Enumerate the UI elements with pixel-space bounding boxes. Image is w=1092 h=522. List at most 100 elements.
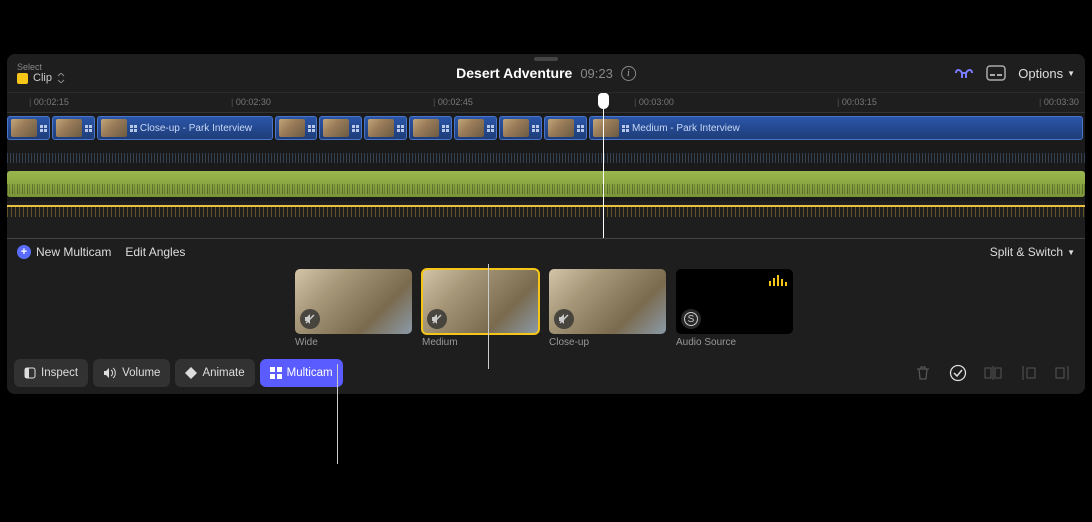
editor-header: Select Clip Desert Adventure 09:23 i Opt… [7, 54, 1085, 93]
edit-angles-button[interactable]: Edit Angles [125, 245, 185, 259]
timeline-clip[interactable]: Cl [499, 116, 542, 140]
clip-thumbnail [593, 119, 619, 137]
trim-start-button[interactable] [1013, 359, 1043, 387]
multicam-angle: Wide [295, 269, 412, 348]
inspect-button[interactable]: Inspect [14, 359, 88, 387]
split-button[interactable] [978, 359, 1008, 387]
trim-right-icon [1054, 365, 1072, 381]
timeline-clip[interactable]: W [409, 116, 452, 140]
chevron-down-icon: ▼ [1067, 69, 1075, 78]
angle-thumbnail[interactable] [549, 269, 666, 334]
new-multicam-button[interactable]: + New Multicam [17, 245, 111, 259]
timeline-clip[interactable]: W [275, 116, 318, 140]
clip-thumbnail [503, 119, 529, 137]
approve-button[interactable] [943, 359, 973, 387]
select-label: Select [17, 62, 65, 72]
clip-color-swatch [17, 73, 28, 84]
multicam-grid-icon [85, 125, 92, 132]
clip-thumbnail [458, 119, 484, 137]
ruler-tick: | 00:02:45 [433, 97, 473, 107]
clip-thumbnail [56, 119, 82, 137]
mute-icon [300, 309, 320, 329]
angle-thumbnail[interactable] [295, 269, 412, 334]
video-track[interactable]: WCloClose-up - Park InterviewWWWWWClWMed… [7, 113, 1085, 143]
multicam-panel: + New Multicam Edit Angles Split & Switc… [7, 238, 1085, 394]
timeline-clip[interactable]: Medium - Park Interview [589, 116, 1083, 140]
multicam-grid-icon [40, 125, 47, 132]
clip-label: Close-up - Park Interview [140, 123, 252, 134]
multicam-angle: Medium [422, 269, 539, 348]
multicam-angle: Close-up [549, 269, 666, 348]
trim-end-button[interactable] [1048, 359, 1078, 387]
clip-thumbnail [279, 119, 305, 137]
angle-thumbnail[interactable]: S [676, 269, 793, 334]
clip-thumbnail [413, 119, 439, 137]
multicam-grid-icon [622, 125, 629, 132]
split-clip-icon [984, 365, 1002, 381]
snap-icon[interactable] [954, 65, 974, 81]
video-audio-waveform [7, 143, 1085, 169]
captions-icon[interactable] [986, 65, 1006, 81]
multicam-grid-icon [130, 125, 137, 132]
timeline-clip[interactable]: W [7, 116, 50, 140]
up-down-chevron-icon [57, 73, 65, 83]
info-icon[interactable]: i [621, 66, 636, 81]
clip-selector[interactable]: Clip [17, 72, 65, 84]
angle-thumbnail[interactable] [422, 269, 539, 334]
timeline-clip[interactable]: W [454, 116, 497, 140]
angle-label: Medium [422, 337, 539, 348]
inspector-icon [24, 367, 36, 379]
multicam-grid-icon [487, 125, 494, 132]
clip-thumbnail [11, 119, 37, 137]
options-button[interactable]: Options ▼ [1018, 66, 1075, 81]
plus-icon: + [17, 245, 31, 259]
clip-thumbnail [101, 119, 127, 137]
animate-button[interactable]: Animate [175, 359, 254, 387]
multicam-angle: S Audio Source [676, 269, 793, 348]
split-switch-button[interactable]: Split & Switch ▼ [990, 245, 1075, 259]
timeline-clip[interactable]: W [319, 116, 362, 140]
chevron-down-icon: ▼ [1067, 248, 1075, 257]
ruler-tick: | 00:03:30 [1039, 97, 1079, 107]
delete-button[interactable] [908, 359, 938, 387]
audio-meter-icon [769, 275, 787, 286]
checkmark-circle-icon [949, 364, 967, 382]
clip-label: Medium - Park Interview [632, 123, 740, 134]
playhead-knob[interactable] [598, 93, 609, 109]
angle-label: Wide [295, 337, 412, 348]
callout-line-angle [488, 264, 489, 369]
angle-label: Close-up [549, 337, 666, 348]
mute-icon [554, 309, 574, 329]
timeline-clip[interactable]: Close-up - Park Interview [97, 116, 273, 140]
multicam-grid-icon [352, 125, 359, 132]
ruler-tick: | 00:03:15 [837, 97, 877, 107]
trash-icon [915, 365, 931, 381]
speaker-icon [103, 367, 117, 379]
ruler-tick: | 00:02:15 [29, 97, 69, 107]
timeline-clip[interactable]: Clo [52, 116, 95, 140]
angle-label: Audio Source [676, 337, 793, 348]
mute-icon [427, 309, 447, 329]
ruler-tick: | 00:02:30 [231, 97, 271, 107]
ruler-tick: | 00:03:00 [634, 97, 674, 107]
drag-handle[interactable] [534, 57, 558, 61]
timeline-clip[interactable]: W [364, 116, 407, 140]
clip-thumbnail [323, 119, 349, 137]
multicam-grid-icon [308, 125, 315, 132]
clip-thumbnail [548, 119, 574, 137]
clip-selector-label: Clip [33, 72, 52, 84]
multicam-grid-icon [442, 125, 449, 132]
multicam-button[interactable]: Multicam [260, 359, 343, 387]
toolbar: Inspect Volume Animate Multicam [10, 355, 1082, 391]
clip-thumbnail [368, 119, 394, 137]
multicam-grid-icon [577, 125, 584, 132]
timeline-ruler[interactable]: | 00:02:15 | 00:02:30 | 00:02:45 | 00:03:00… [7, 93, 1085, 113]
timeline-clip[interactable]: W [544, 116, 587, 140]
marker-waveform [7, 207, 1085, 217]
multicam-grid-icon [397, 125, 404, 132]
grid-icon [270, 367, 282, 379]
audio-track[interactable] [7, 169, 1085, 201]
volume-button[interactable]: Volume [93, 359, 170, 387]
multicam-grid-icon [532, 125, 539, 132]
project-title: Desert Adventure [456, 65, 572, 81]
